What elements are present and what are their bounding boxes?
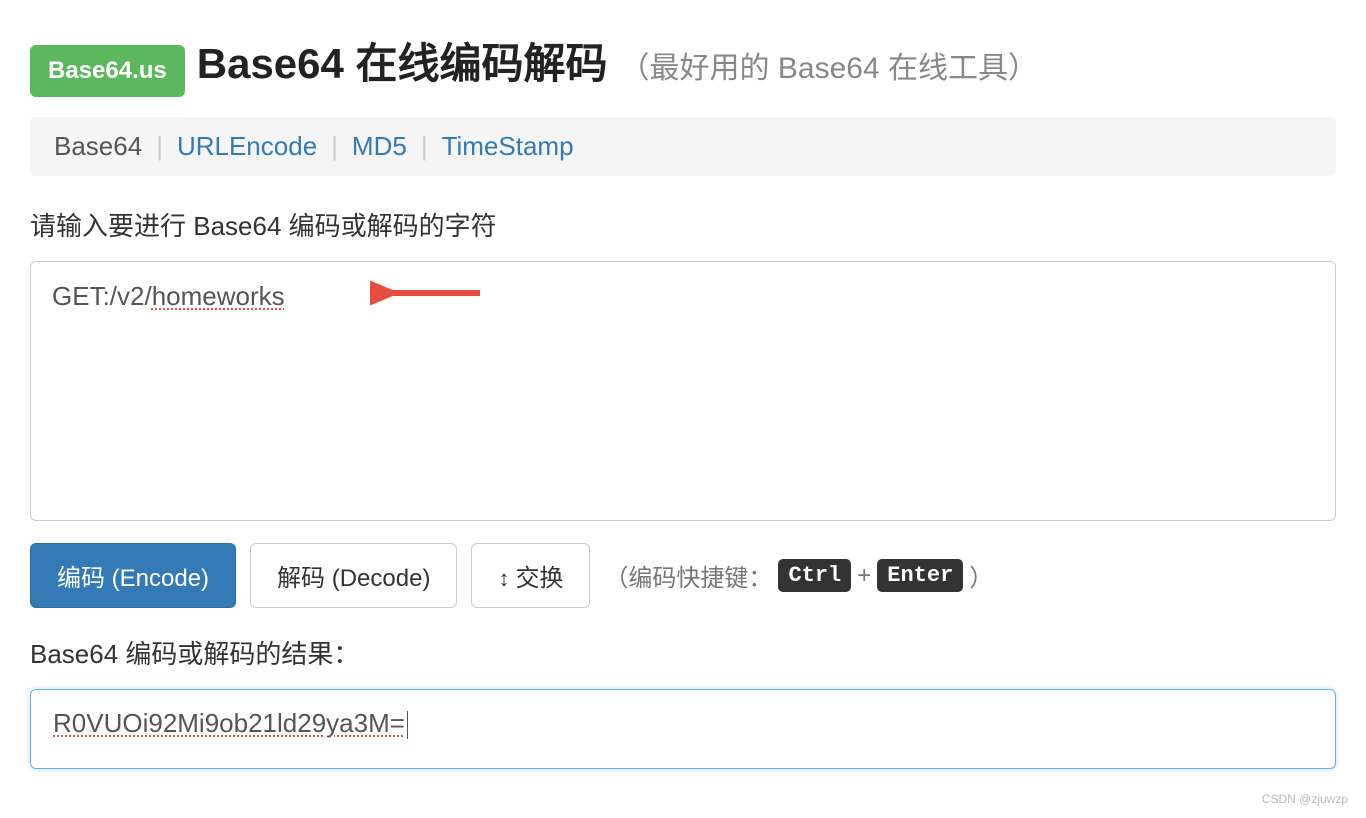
nav-item-md5[interactable]: MD5 xyxy=(352,131,407,162)
nav-divider: | xyxy=(156,131,163,162)
result-value: R0VUOi92Mi9ob21ld29ya3M= xyxy=(53,708,405,738)
decode-button[interactable]: 解码 (Decode) xyxy=(250,543,457,608)
text-cursor xyxy=(407,711,408,739)
shortcut-hint: （编码快捷键： Ctrl + Enter ） xyxy=(604,558,993,593)
nav-item-timestamp[interactable]: TimeStamp xyxy=(442,131,574,162)
nav-item-urlencode[interactable]: URLEncode xyxy=(177,131,317,162)
swap-icon: ↕ xyxy=(498,566,509,591)
input-wrap: GET:/v2/homeworks xyxy=(30,261,1336,521)
kbd-ctrl: Ctrl xyxy=(778,559,851,592)
nav-item-base64[interactable]: Base64 xyxy=(54,131,142,162)
page-subtitle: （最好用的 Base64 在线工具） xyxy=(620,43,1038,87)
result-textarea[interactable]: R0VUOi92Mi9ob21ld29ya3M= xyxy=(30,689,1336,769)
nav-divider: | xyxy=(421,131,428,162)
input-textarea[interactable] xyxy=(30,261,1336,521)
watermark: CSDN @zjuwzp xyxy=(1262,792,1348,806)
input-label: 请输入要进行 Base64 编码或解码的字符 xyxy=(30,206,1336,243)
site-badge: Base64.us xyxy=(30,45,185,97)
encode-button[interactable]: 编码 (Encode) xyxy=(30,543,236,608)
page-title: Base64 在线编码解码 xyxy=(197,30,608,91)
result-label: Base64 编码或解码的结果： xyxy=(30,634,1336,671)
button-row: 编码 (Encode) 解码 (Decode) ↕交换 （编码快捷键： Ctrl… xyxy=(30,543,1336,608)
nav-bar: Base64 | URLEncode | MD5 | TimeStamp xyxy=(30,117,1336,176)
header: Base64.us Base64 在线编码解码 （最好用的 Base64 在线工… xyxy=(30,30,1336,97)
kbd-enter: Enter xyxy=(877,559,963,592)
swap-button[interactable]: ↕交换 xyxy=(471,543,590,608)
nav-divider: | xyxy=(331,131,338,162)
